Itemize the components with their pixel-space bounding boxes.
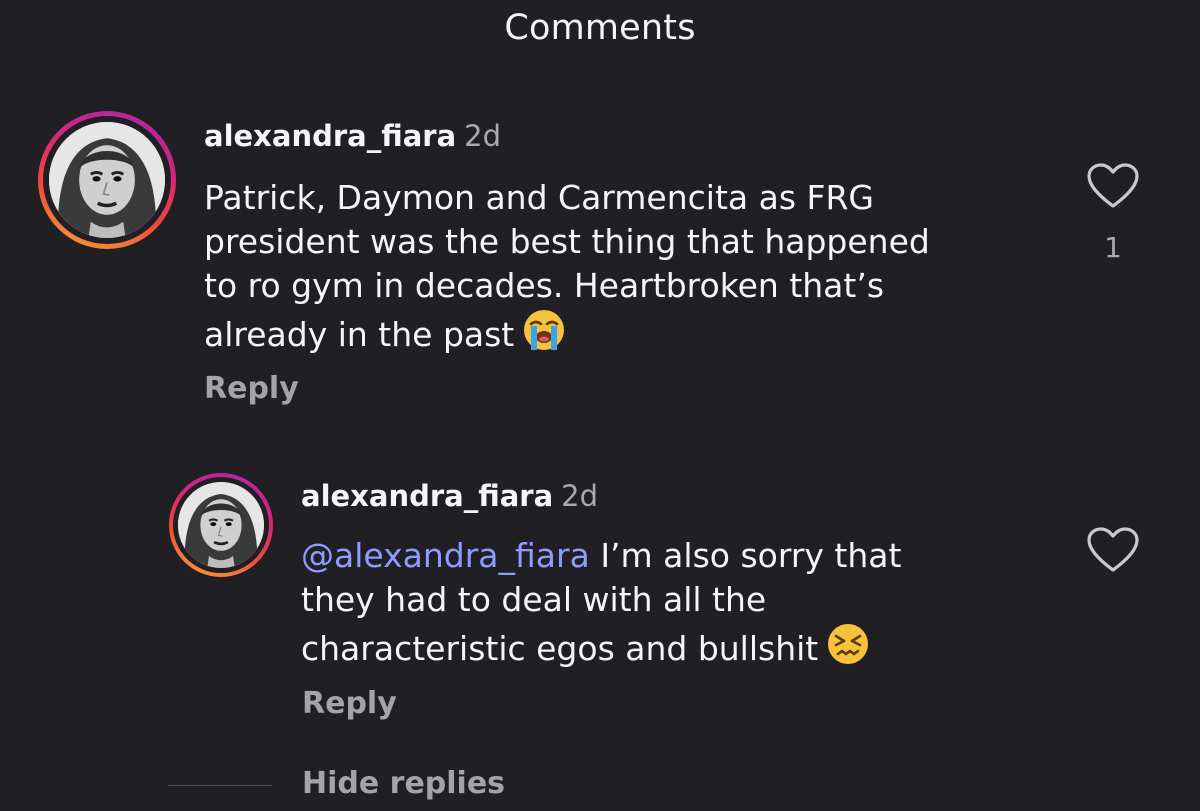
reply-text: @alexandra_fiara I’m also sorry that the… — [301, 534, 901, 671]
like-count: 1 — [1104, 231, 1122, 264]
comment-text: Patrick, Daymon and Carmencita as FRG pr… — [204, 176, 930, 357]
reply-line: they had to deal with all the — [301, 580, 767, 619]
profile-photo-icon — [49, 122, 165, 238]
page-title: Comments — [504, 8, 696, 48]
heart-outline-icon[interactable] — [1086, 526, 1140, 574]
comment-line: to ro gym in decades. Heartbroken that’s — [204, 266, 885, 305]
timestamp: 2d — [464, 119, 502, 153]
profile-photo-icon — [178, 482, 264, 568]
thread-divider — [168, 785, 272, 786]
timestamp: 2d — [561, 479, 599, 513]
loudly-crying-face-icon — [524, 310, 565, 350]
reply-button[interactable]: Reply — [302, 684, 397, 724]
avatar[interactable] — [169, 473, 273, 577]
comment-header: alexandra_fiara 2d — [204, 116, 501, 156]
comment-line: president was the best thing that happen… — [204, 222, 930, 261]
reply-line-first: @alexandra_fiara I’m also sorry that — [301, 534, 901, 578]
hide-replies-button[interactable]: Hide replies — [302, 764, 505, 804]
confounded-face-icon — [828, 624, 869, 664]
username-link[interactable]: alexandra_fiara — [301, 479, 553, 513]
reply-line-last: characteristic egos and bullshit — [301, 622, 901, 671]
comment-line-last: already in the past — [204, 308, 930, 357]
comment-line-text: already in the past — [204, 315, 515, 354]
reply-line-text: I’m also sorry that — [600, 536, 902, 575]
reply-line-text: characteristic egos and bullshit — [301, 629, 819, 668]
username-link[interactable]: alexandra_fiara — [204, 119, 456, 153]
avatar[interactable] — [38, 111, 176, 249]
comment-line: Patrick, Daymon and Carmencita as FRG — [204, 178, 874, 217]
reply-button[interactable]: Reply — [204, 369, 299, 409]
mention-link[interactable]: @alexandra_fiara — [301, 536, 590, 575]
avatar-photo — [49, 122, 165, 238]
avatar-photo — [178, 482, 264, 568]
reply-header: alexandra_fiara 2d — [301, 476, 598, 516]
heart-outline-icon[interactable] — [1086, 162, 1140, 210]
